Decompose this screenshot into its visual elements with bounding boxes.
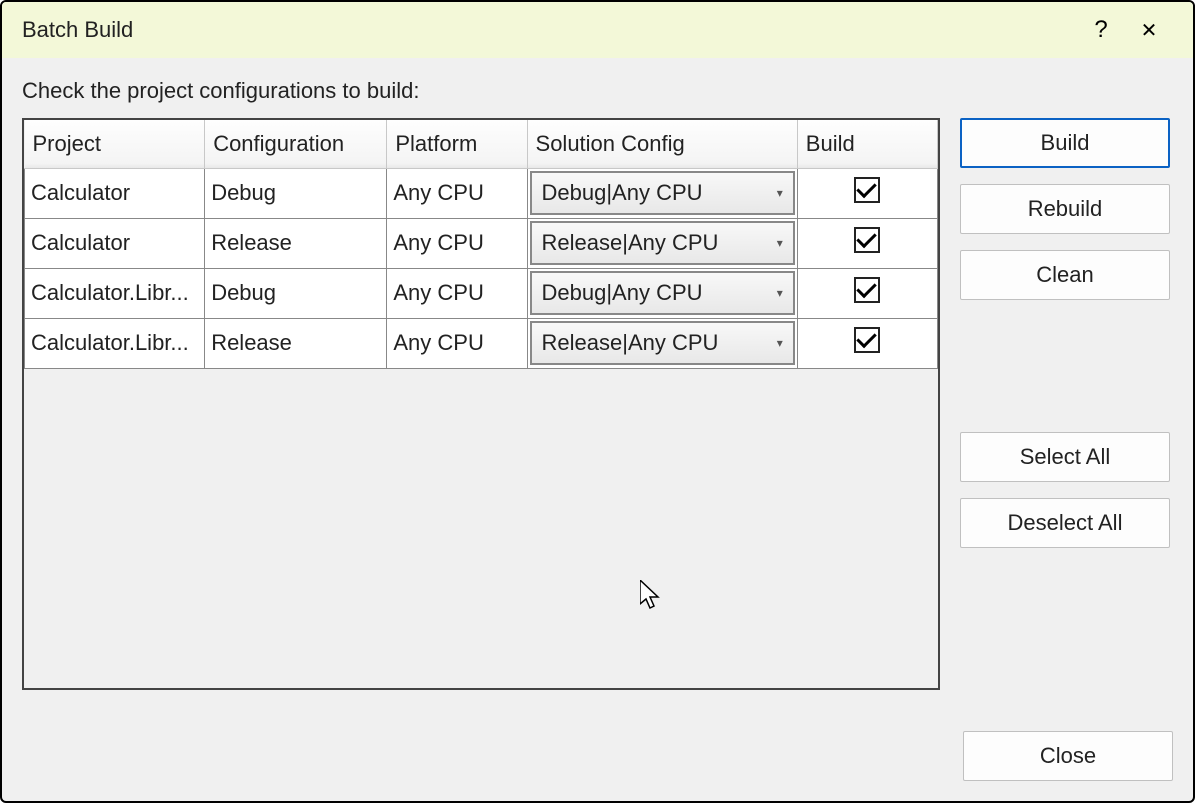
table-row[interactable]: Calculator.Libr...DebugAny CPUDebug|Any …	[25, 268, 938, 318]
build-checkbox[interactable]	[854, 177, 880, 203]
table-row[interactable]: Calculator.Libr...ReleaseAny CPURelease|…	[25, 318, 938, 368]
solution-config-dropdown[interactable]: Debug|Any CPU▾	[530, 271, 795, 315]
close-window-button[interactable]: ✕	[1125, 2, 1173, 58]
column-header-build[interactable]: Build	[797, 120, 937, 168]
help-icon: ?	[1094, 16, 1107, 44]
cell-project: Calculator.Libr...	[25, 318, 205, 368]
cell-platform: Any CPU	[387, 318, 527, 368]
cell-build	[797, 268, 937, 318]
table-row[interactable]: CalculatorReleaseAny CPURelease|Any CPU▾	[25, 218, 938, 268]
cell-platform: Any CPU	[387, 268, 527, 318]
column-header-project[interactable]: Project	[25, 120, 205, 168]
column-header-solution-config[interactable]: Solution Config	[527, 120, 797, 168]
action-buttons: Build Rebuild Clean Select All Deselect …	[960, 118, 1170, 695]
column-header-platform[interactable]: Platform	[387, 120, 527, 168]
chevron-down-icon: ▾	[777, 336, 783, 350]
table-header-row: Project Configuration Platform Solution …	[25, 120, 938, 168]
solution-config-dropdown[interactable]: Release|Any CPU▾	[530, 221, 795, 265]
dialog-title: Batch Build	[22, 17, 1077, 43]
instruction-label: Check the project configurations to buil…	[22, 78, 1173, 104]
cell-solution-config: Release|Any CPU▾	[527, 318, 797, 368]
dropdown-value: Release|Any CPU	[542, 230, 777, 256]
cell-platform: Any CPU	[387, 218, 527, 268]
rebuild-button[interactable]: Rebuild	[960, 184, 1170, 234]
dropdown-value: Debug|Any CPU	[542, 280, 777, 306]
config-table-container: Project Configuration Platform Solution …	[22, 118, 940, 690]
close-button[interactable]: Close	[963, 731, 1173, 781]
cell-project: Calculator.Libr...	[25, 268, 205, 318]
cell-solution-config: Debug|Any CPU▾	[527, 268, 797, 318]
chevron-down-icon: ▾	[777, 186, 783, 200]
cell-configuration: Release	[205, 218, 387, 268]
dropdown-value: Release|Any CPU	[542, 330, 777, 356]
build-checkbox[interactable]	[854, 327, 880, 353]
build-checkbox[interactable]	[854, 277, 880, 303]
table-row[interactable]: CalculatorDebugAny CPUDebug|Any CPU▾	[25, 168, 938, 218]
cell-solution-config: Debug|Any CPU▾	[527, 168, 797, 218]
cell-project: Calculator	[25, 168, 205, 218]
clean-button[interactable]: Clean	[960, 250, 1170, 300]
help-button[interactable]: ?	[1077, 2, 1125, 58]
solution-config-dropdown[interactable]: Debug|Any CPU▾	[530, 171, 795, 215]
cell-platform: Any CPU	[387, 168, 527, 218]
content-row: Project Configuration Platform Solution …	[22, 118, 1173, 695]
solution-config-dropdown[interactable]: Release|Any CPU▾	[530, 321, 795, 365]
column-header-configuration[interactable]: Configuration	[205, 120, 387, 168]
build-checkbox[interactable]	[854, 227, 880, 253]
cell-build	[797, 318, 937, 368]
chevron-down-icon: ▾	[777, 236, 783, 250]
batch-build-dialog: Batch Build ? ✕ Check the project config…	[0, 0, 1195, 803]
cell-project: Calculator	[25, 218, 205, 268]
dropdown-value: Debug|Any CPU	[542, 180, 777, 206]
cell-configuration: Release	[205, 318, 387, 368]
titlebar: Batch Build ? ✕	[2, 2, 1193, 58]
cell-solution-config: Release|Any CPU▾	[527, 218, 797, 268]
config-table: Project Configuration Platform Solution …	[24, 120, 938, 369]
cell-build	[797, 168, 937, 218]
close-icon: ✕	[1141, 18, 1158, 43]
spacer	[960, 316, 1170, 416]
dialog-body: Check the project configurations to buil…	[2, 58, 1193, 715]
cell-build	[797, 218, 937, 268]
select-all-button[interactable]: Select All	[960, 432, 1170, 482]
build-button[interactable]: Build	[960, 118, 1170, 168]
cell-configuration: Debug	[205, 168, 387, 218]
chevron-down-icon: ▾	[777, 286, 783, 300]
dialog-footer: Close	[2, 715, 1193, 801]
cell-configuration: Debug	[205, 268, 387, 318]
deselect-all-button[interactable]: Deselect All	[960, 498, 1170, 548]
